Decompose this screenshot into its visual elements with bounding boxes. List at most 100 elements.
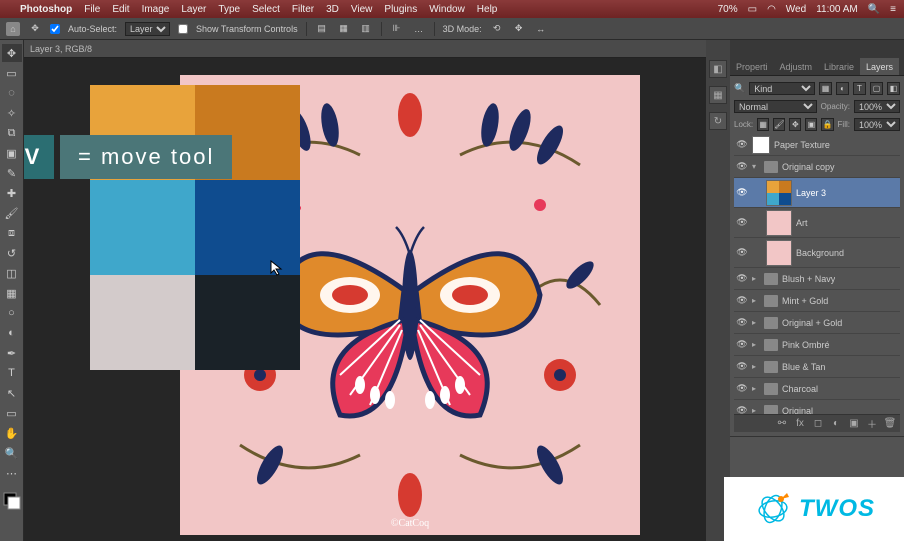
marquee-tool[interactable]: ▭ <box>2 64 22 82</box>
frame-tool[interactable]: ▣ <box>2 144 22 162</box>
chevron-icon[interactable]: ▸ <box>752 274 760 283</box>
layer-name[interactable]: Art <box>796 218 808 228</box>
layer-name[interactable]: Original + Gold <box>782 318 842 328</box>
visibility-toggle[interactable]: 👁 <box>736 187 748 198</box>
type-tool[interactable]: T <box>2 364 22 382</box>
zoom-tool[interactable]: 🔍 <box>2 444 22 462</box>
layer-row[interactable]: 👁▸Pink Ombré <box>734 334 900 356</box>
chevron-icon[interactable]: ▾ <box>752 162 760 171</box>
chevron-icon[interactable]: ▸ <box>752 318 760 327</box>
tab-libraries[interactable]: Librarie <box>818 58 860 75</box>
dock-swatches-icon[interactable]: ▦ <box>709 86 727 104</box>
tab-layers[interactable]: Layers <box>860 58 899 75</box>
distribute-icon[interactable]: ⊪ <box>390 22 404 36</box>
more-align-icon[interactable]: … <box>412 22 426 36</box>
visibility-toggle[interactable]: 👁 <box>736 295 748 306</box>
align-center-icon[interactable]: ▦ <box>337 22 351 36</box>
layer-row[interactable]: 👁 ▸ Original <box>734 400 900 414</box>
layer-name[interactable]: Layer 3 <box>796 188 826 198</box>
align-left-icon[interactable]: ▤ <box>315 22 329 36</box>
visibility-toggle[interactable]: 👁 <box>736 383 748 394</box>
menu-window[interactable]: Window <box>429 4 465 15</box>
3d-slide-icon[interactable]: ↔ <box>534 22 548 36</box>
wand-tool[interactable]: ✧ <box>2 104 22 122</box>
layer-row[interactable]: 👁▸Original + Gold <box>734 312 900 334</box>
canvas[interactable]: ©CatCoq V = move tool <box>130 65 660 541</box>
visibility-toggle[interactable]: 👁 <box>736 361 748 372</box>
menu-extras-icon[interactable]: ≡ <box>890 4 896 15</box>
dodge-tool[interactable]: ◐ <box>2 324 22 342</box>
chevron-icon[interactable]: ▸ <box>752 406 760 414</box>
align-right-icon[interactable]: ▥ <box>359 22 373 36</box>
trash-icon[interactable]: 🗑 <box>884 418 896 430</box>
lock-position-icon[interactable]: ✥ <box>789 118 801 131</box>
chevron-icon[interactable]: ▸ <box>752 340 760 349</box>
hand-tool[interactable]: ✋ <box>2 424 22 442</box>
gradient-tool[interactable]: ▦ <box>2 284 22 302</box>
home-icon[interactable]: ⌂ <box>6 22 20 36</box>
layer-row[interactable]: 👁Background <box>734 238 900 268</box>
color-swatches[interactable] <box>2 488 22 514</box>
layer-name[interactable]: Original <box>782 406 813 415</box>
visibility-toggle[interactable]: 👁 <box>736 161 748 172</box>
visibility-toggle[interactable]: 👁 <box>736 405 748 414</box>
filter-adj-icon[interactable]: ◐ <box>836 82 849 95</box>
menu-image[interactable]: Image <box>142 4 170 15</box>
layer-kind-filter[interactable]: Kind <box>749 82 815 95</box>
layer-row[interactable]: 👁 ▾ Original copy <box>734 156 900 178</box>
layer-row[interactable]: 👁▸Mint + Gold <box>734 290 900 312</box>
3d-orbit-icon[interactable]: ⟲ <box>490 22 504 36</box>
new-group-icon[interactable]: ▣ <box>848 418 860 430</box>
shape-tool[interactable]: ▭ <box>2 404 22 422</box>
dock-history-icon[interactable]: ↻ <box>709 112 727 130</box>
menu-file[interactable]: File <box>84 4 100 15</box>
tab-paths[interactable]: Paths <box>899 58 904 75</box>
auto-select-checkbox[interactable] <box>50 24 60 34</box>
menu-view[interactable]: View <box>351 4 373 15</box>
layer-row[interactable]: 👁 Art <box>734 208 900 238</box>
layer-name[interactable]: Original copy <box>782 162 835 172</box>
layer-name[interactable]: Charcoal <box>782 384 818 394</box>
layer-fx-icon[interactable]: fx <box>794 418 806 430</box>
chevron-icon[interactable]: ▸ <box>752 296 760 305</box>
lock-artboard-icon[interactable]: ▣ <box>805 118 817 131</box>
menu-type[interactable]: Type <box>218 4 240 15</box>
eraser-tool[interactable]: ◫ <box>2 264 22 282</box>
menu-plugins[interactable]: Plugins <box>384 4 417 15</box>
menu-filter[interactable]: Filter <box>292 4 314 15</box>
chevron-icon[interactable]: ▸ <box>752 384 760 393</box>
path-tool[interactable]: ↖ <box>2 384 22 402</box>
3d-pan-icon[interactable]: ✥ <box>512 22 526 36</box>
history-brush-tool[interactable]: ↺ <box>2 244 22 262</box>
filter-pixel-icon[interactable]: ▦ <box>819 82 832 95</box>
filter-smart-icon[interactable]: ◧ <box>887 82 900 95</box>
visibility-toggle[interactable]: 👁 <box>736 217 748 228</box>
layer-row[interactable]: 👁 Layer 3 <box>734 178 900 208</box>
dock-color-icon[interactable]: ◧ <box>709 60 727 78</box>
heal-tool[interactable]: ✚ <box>2 184 22 202</box>
move-tool[interactable]: ✥ <box>2 44 22 62</box>
pen-tool[interactable]: ✒ <box>2 344 22 362</box>
menu-3d[interactable]: 3D <box>326 4 339 15</box>
edit-toolbar[interactable]: ⋯ <box>2 464 22 482</box>
visibility-toggle[interactable]: 👁 <box>736 273 748 284</box>
menu-select[interactable]: Select <box>252 4 280 15</box>
lock-transparency-icon[interactable]: ▦ <box>757 118 769 131</box>
layer-row[interactable]: 👁Paper Texture <box>734 134 900 156</box>
layer-row[interactable]: 👁 ▸ Charcoal <box>734 378 900 400</box>
document-tab[interactable]: Layer 3, RGB/8 <box>24 40 706 58</box>
menu-help[interactable]: Help <box>477 4 498 15</box>
tab-properties[interactable]: Properti <box>730 58 774 75</box>
search-icon[interactable]: 🔍 <box>734 83 745 94</box>
layer-name[interactable]: Pink Ombré <box>782 340 830 350</box>
visibility-toggle[interactable]: 👁 <box>736 247 748 258</box>
visibility-toggle[interactable]: 👁 <box>736 139 748 150</box>
new-layer-icon[interactable]: ＋ <box>866 418 878 430</box>
filter-shape-icon[interactable]: ▢ <box>870 82 883 95</box>
search-icon[interactable]: 🔍 <box>868 4 880 15</box>
eyedropper-tool[interactable]: ✎ <box>2 164 22 182</box>
layer-row[interactable]: 👁▸Blue & Tan <box>734 356 900 378</box>
fill-value[interactable]: 100% <box>854 118 900 131</box>
brush-tool[interactable]: 🖌 <box>2 204 22 222</box>
menu-edit[interactable]: Edit <box>112 4 129 15</box>
